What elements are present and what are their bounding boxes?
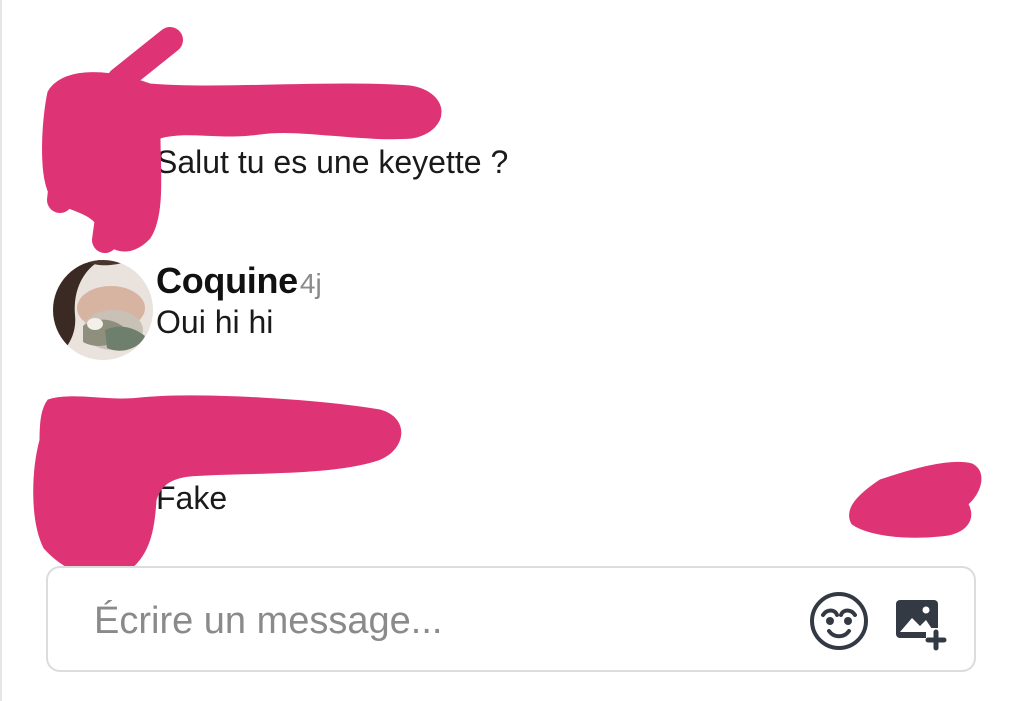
message-header (156, 100, 508, 142)
add-image-button[interactable] (888, 592, 950, 654)
message-item: Fake (53, 436, 653, 546)
message-text: Oui hi hi (156, 304, 274, 340)
message-composer (46, 566, 976, 672)
message-input[interactable] (94, 596, 754, 646)
chat-thread: Salut tu es une keyette ? Coquine 4j Oui… (0, 0, 1024, 701)
message-text: Fake (156, 480, 228, 516)
avatar[interactable] (53, 436, 153, 536)
message-age: 4j (299, 268, 322, 299)
message-header (156, 436, 227, 478)
add-image-icon (896, 600, 947, 651)
message-item: Coquine 4j Oui hi hi (53, 260, 653, 370)
message-text: Salut tu es une keyette ? (156, 144, 509, 180)
emoji-button[interactable] (808, 590, 870, 652)
message-author[interactable]: Coquine (156, 260, 298, 302)
message-header: Coquine 4j (156, 260, 322, 302)
emoji-face-icon (810, 592, 868, 650)
avatar[interactable] (53, 100, 153, 200)
avatar[interactable] (53, 260, 153, 360)
message-item: Salut tu es une keyette ? (53, 100, 653, 210)
avatar-photo (53, 260, 153, 360)
panel-divider (0, 0, 2, 701)
